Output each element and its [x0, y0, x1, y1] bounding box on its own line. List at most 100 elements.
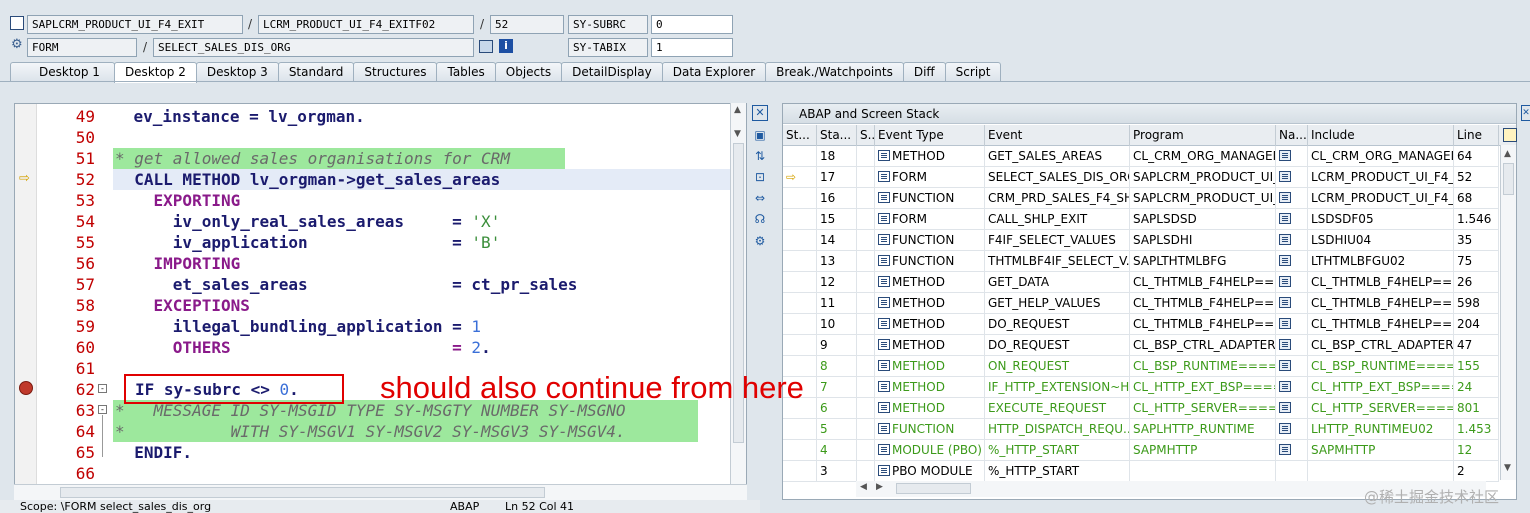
stack-row[interactable]: 3 PBO MODULE %_HTTP_START 2 — [783, 461, 1499, 482]
scroll-up-icon[interactable]: ▲ — [1504, 149, 1511, 159]
stack-row[interactable]: 6 METHOD EXECUTE_REQUEST CL_HTTP_SERVER====… — [783, 398, 1499, 419]
navigate-icon[interactable] — [1279, 444, 1291, 455]
tab-diff[interactable]: Diff — [902, 62, 946, 82]
stack-row[interactable]: 7 METHOD IF_HTTP_EXTENSION~H... CL_HTTP_EXT… — [783, 377, 1499, 398]
navigate-icon[interactable] — [1279, 213, 1291, 224]
scroll-thumb[interactable] — [60, 487, 545, 498]
navigate-icon[interactable] — [1279, 192, 1291, 203]
tab-objects[interactable]: Objects — [494, 62, 563, 82]
tab-data-explorer[interactable]: Data Explorer — [661, 62, 767, 82]
tab-detaildisplay[interactable]: DetailDisplay — [561, 62, 663, 82]
source-editor[interactable]: - - ⇨ 49 ev_instance = lv_orgman. 50 51 *… — [14, 103, 747, 486]
column-header[interactable]: S.. — [857, 125, 875, 146]
sysvar-value-2[interactable]: 1 — [651, 38, 733, 57]
close-icon[interactable]: ✕ — [752, 105, 768, 121]
scroll-thumb[interactable] — [896, 483, 971, 494]
scroll-up-icon[interactable]: ▲ — [734, 105, 741, 115]
block-type-field[interactable]: FORM — [27, 38, 137, 57]
navigate-icon[interactable] — [1279, 171, 1291, 182]
tab-script[interactable]: Script — [944, 62, 1002, 82]
stack-cell-event: DO_REQUEST — [985, 314, 1130, 335]
scroll-right-icon[interactable]: ▶ — [876, 482, 883, 492]
line-number: 64 — [75, 422, 95, 441]
line-field[interactable]: 52 — [490, 15, 564, 34]
stack-status-cell — [783, 335, 817, 356]
navigate-icon[interactable] — [1279, 402, 1291, 413]
stack-row[interactable]: 11 METHOD GET_HELP_VALUES CL_THTMLB_F4HELP=… — [783, 293, 1499, 314]
tab-standard[interactable]: Standard — [277, 62, 355, 82]
navigate-icon[interactable] — [1279, 339, 1291, 350]
stack-row[interactable]: 4 MODULE (PBO) %_HTTP_START SAPMHTTP SAPMHTT… — [783, 440, 1499, 461]
new-tool-icon[interactable]: ▣ — [752, 127, 768, 143]
navigate-icon[interactable] — [1279, 423, 1291, 434]
navigate-icon[interactable] — [1279, 360, 1291, 371]
stack-cell-line: 801 — [1454, 398, 1499, 419]
tab-structures[interactable]: Structures — [353, 62, 438, 82]
maximize-icon[interactable]: ⊡ — [752, 169, 768, 185]
services-icon[interactable]: ⚙ — [752, 233, 768, 249]
close-icon[interactable]: ✕ — [1521, 105, 1530, 121]
navigate-icon[interactable] — [1279, 297, 1291, 308]
tab-tables[interactable]: Tables — [436, 62, 496, 82]
stack-row[interactable]: 16 FUNCTION CRM_PRD_SALES_F4_SH... SAPLCRM_… — [783, 188, 1499, 209]
stack-row[interactable]: 14 FUNCTION F4IF_SELECT_VALUES SAPLSDHI LSDH… — [783, 230, 1499, 251]
display-object-icon[interactable] — [479, 40, 493, 53]
headset-icon[interactable]: ☊ — [752, 211, 768, 227]
event-type-icon — [878, 276, 890, 287]
tab-desktop-1[interactable]: Desktop 1 — [10, 62, 115, 82]
tab-desktop-2[interactable]: Desktop 2 — [113, 62, 197, 83]
stack-cell-type: MODULE (PBO) — [875, 440, 985, 461]
tab-desktop-3[interactable]: Desktop 3 — [195, 62, 279, 82]
column-header[interactable]: Include — [1308, 125, 1454, 146]
stack-cell-type: FUNCTION — [875, 419, 985, 440]
stack-row[interactable]: 8 METHOD ON_REQUESTCL_BSP_RUNTIME=====... C… — [783, 356, 1499, 377]
include-field[interactable]: LCRM_PRODUCT_UI_F4_EXITF02 — [258, 15, 474, 34]
navigate-icon[interactable] — [1279, 318, 1291, 329]
layout-icon[interactable] — [1503, 128, 1517, 142]
cursor-position: Ln 52 Col 41 — [505, 500, 575, 513]
stack-row[interactable]: 18 METHOD GET_SALES_AREAS CL_CRM_ORG_MANAGE… — [783, 146, 1499, 167]
swap-tool-icon[interactable]: ⇅ — [752, 148, 768, 164]
sysvar-label-1[interactable]: SY-SUBRC — [568, 15, 648, 34]
navigate-icon[interactable] — [1279, 150, 1291, 161]
param: et_sales_areas = — [115, 275, 472, 294]
info-icon[interactable]: i — [499, 39, 513, 53]
column-header[interactable]: Program — [1130, 125, 1276, 146]
navigate-icon[interactable] — [1279, 381, 1291, 392]
tab-breakpoints[interactable]: Break./Watchpoints — [765, 62, 904, 82]
scroll-down-icon[interactable]: ▼ — [1504, 463, 1511, 473]
stack-flag-cell — [857, 272, 875, 293]
navigate-icon[interactable] — [1279, 276, 1291, 287]
stack-row[interactable]: 5 FUNCTION HTTP_DISPATCH_REQU... SAPLHTTP_R… — [783, 419, 1499, 440]
stack-vertical-scrollbar[interactable]: ▲ ▼ — [1500, 145, 1516, 480]
stack-row[interactable]: 13 FUNCTION THTMLBF4IF_SELECT_V... SAPLTHTM… — [783, 251, 1499, 272]
navigate-icon[interactable] — [1279, 234, 1291, 245]
sysvar-value-1[interactable]: 0 — [651, 15, 733, 34]
stack-cell-program: CL_BSP_CTRL_ADAPTER... — [1130, 335, 1276, 356]
scroll-thumb[interactable] — [1503, 163, 1514, 195]
column-header[interactable]: Event — [985, 125, 1130, 146]
column-header[interactable]: Na... — [1276, 125, 1308, 146]
stack-cell-type: METHOD — [875, 272, 985, 293]
stack-row[interactable]: 12 METHOD GET_DATA CL_THTMLB_F4HELP==... CL_… — [783, 272, 1499, 293]
stack-row[interactable]: 9 METHOD DO_REQUEST CL_BSP_CTRL_ADAPTER... C… — [783, 335, 1499, 356]
editor-horizontal-scrollbar[interactable] — [14, 484, 747, 500]
stack-cell-line: 1.546 — [1454, 209, 1499, 230]
sysvar-label-2[interactable]: SY-TABIX — [568, 38, 648, 57]
stack-row[interactable]: 10 METHOD DO_REQUEST CL_THTMLB_F4HELP==... C… — [783, 314, 1499, 335]
editor-vertical-scrollbar[interactable]: ▲ ▼ — [730, 103, 746, 486]
scroll-down-icon[interactable]: ▼ — [734, 129, 741, 139]
stack-row[interactable]: 15 FORM CALL_SHLP_EXIT SAPLSDSD LSDSDF05 1.54… — [783, 209, 1499, 230]
block-name-field[interactable]: SELECT_SALES_DIS_ORG — [153, 38, 474, 57]
column-header[interactable]: Event Type — [875, 125, 985, 146]
string-literal: 'B' — [471, 233, 501, 252]
column-header[interactable]: Line — [1454, 125, 1499, 146]
separator: / — [143, 40, 148, 54]
column-header[interactable]: St... — [783, 125, 817, 146]
resize-icon[interactable]: ⇔ — [752, 190, 768, 206]
scroll-left-icon[interactable]: ◀ — [860, 482, 867, 492]
navigate-icon[interactable] — [1279, 255, 1291, 266]
stack-row[interactable]: ⇨ 17 FORM SELECT_SALES_DIS_ORG SAPLCRM_PRODU… — [783, 167, 1499, 188]
column-header[interactable]: Sta... — [817, 125, 857, 146]
program-field[interactable]: SAPLCRM_PRODUCT_UI_F4_EXIT — [27, 15, 243, 34]
